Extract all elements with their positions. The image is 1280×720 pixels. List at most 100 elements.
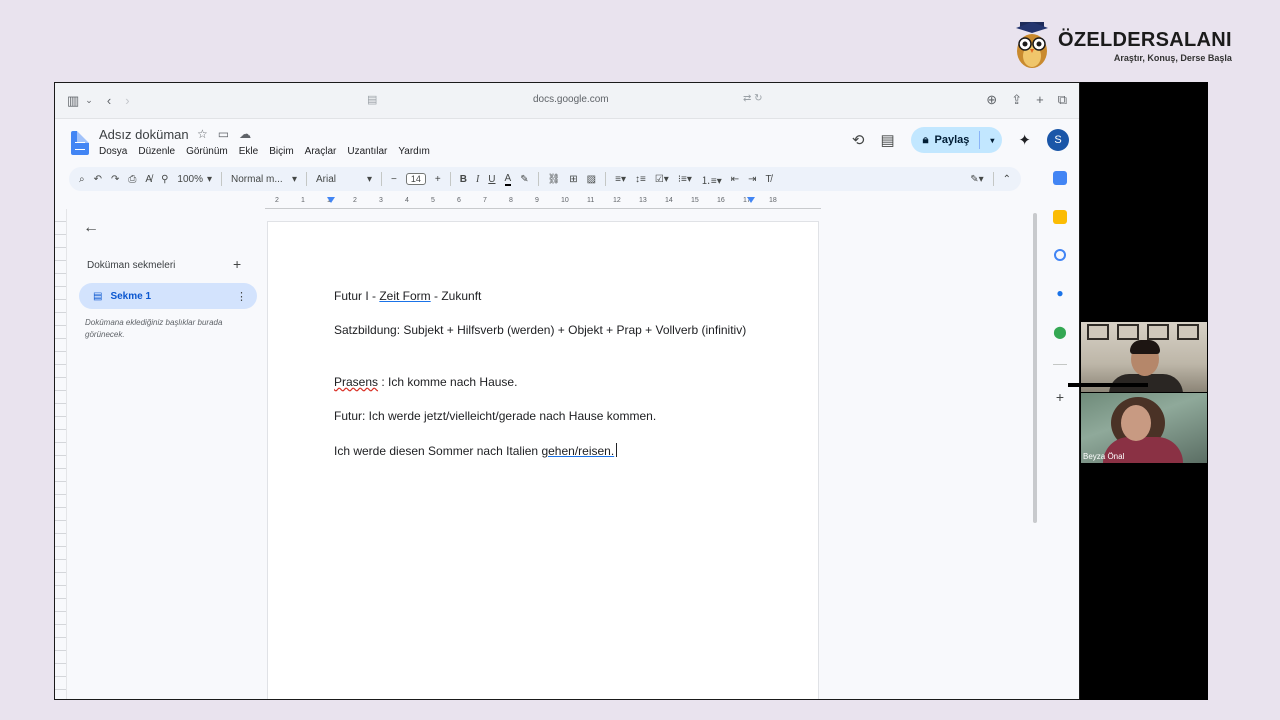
menu-view[interactable]: Görünüm <box>186 146 228 157</box>
editing-mode-icon[interactable]: ✎▾ <box>970 174 983 185</box>
decrease-font-size-icon[interactable]: − <box>391 174 397 185</box>
bulleted-list-icon[interactable]: ⁝≡▾ <box>678 174 692 185</box>
document-page[interactable]: Futur I - Zeit Form - Zukunft Satzbildun… <box>267 221 819 699</box>
checklist-icon[interactable]: ☑▾ <box>655 174 669 185</box>
menu-tools[interactable]: Araçlar <box>305 146 337 157</box>
menu-extensions[interactable]: Uzantılar <box>347 146 387 157</box>
numbered-list-icon[interactable]: ⒈≡▾ <box>701 172 722 187</box>
document-title[interactable]: Adsız doküman <box>99 127 189 142</box>
video-tile-participant-2[interactable]: Beyza Önal <box>1081 393 1207 463</box>
ruler-tick-label: 7 <box>483 197 487 204</box>
video-tile-participant-1[interactable] <box>1081 322 1207 392</box>
doc-line-3[interactable]: Prasens : Ich komme nach Hause. <box>334 374 754 391</box>
share-icon[interactable]: ⇪ <box>1011 92 1022 108</box>
translate-icon[interactable]: ⇄ ↻ <box>743 93 763 104</box>
more-vert-icon[interactable]: ⋮ <box>236 290 247 303</box>
style-select[interactable]: Normal m... ▾ <box>231 174 297 185</box>
download-icon[interactable]: ⊕ <box>986 92 997 108</box>
increase-font-size-icon[interactable]: + <box>435 174 441 185</box>
clear-formatting-icon[interactable]: T̸ <box>766 174 772 185</box>
increase-indent-icon[interactable]: ⇥ <box>748 174 756 185</box>
tabs-heading: Doküman sekmeleri <box>87 260 176 271</box>
add-comment-icon[interactable]: ⊞ <box>569 174 577 185</box>
maps-icon[interactable]: ⬤ <box>1053 325 1067 339</box>
lock-icon: 🔒︎ <box>922 133 929 146</box>
chevron-down-icon[interactable]: ⌄ <box>85 95 93 106</box>
forward-icon[interactable]: › <box>125 93 129 108</box>
arrow-left-icon[interactable]: ← <box>83 219 99 237</box>
doc-line-1[interactable]: Futur I - Zeit Form - Zukunft <box>334 288 754 305</box>
new-tab-icon[interactable]: + <box>1036 92 1044 108</box>
avatar[interactable]: S <box>1047 129 1069 151</box>
url-bar[interactable]: docs.google.com <box>533 94 609 105</box>
menu-edit[interactable]: Düzenle <box>138 146 175 157</box>
font-value: Arial <box>316 173 337 185</box>
document-tab-icon: ▤ <box>93 290 103 302</box>
italic-icon[interactable]: I <box>476 174 479 185</box>
share-button[interactable]: 🔒︎ Paylaş ▾ <box>910 127 1003 153</box>
tab-item-sekme-1[interactable]: ▤ Sekme 1 ⋮ <box>79 283 257 309</box>
history-icon[interactable]: ⟲ <box>852 131 865 149</box>
font-size-input[interactable]: 14 <box>405 173 426 185</box>
spellcheck-icon[interactable]: A̸ <box>145 174 152 185</box>
ruler-tick-label: 12 <box>613 197 621 204</box>
bold-icon[interactable]: B <box>460 174 467 185</box>
decrease-indent-icon[interactable]: ⇤ <box>731 174 739 185</box>
undo-icon[interactable]: ↶ <box>94 174 102 185</box>
font-select[interactable]: Arial ▾ <box>316 174 372 185</box>
keep-icon[interactable] <box>1053 210 1067 224</box>
wall-frames <box>1087 324 1199 340</box>
highlight-icon[interactable]: ✎ <box>520 174 528 185</box>
toolbar-divider <box>449 172 451 186</box>
print-icon[interactable]: ⎙ <box>128 174 136 185</box>
add-addon-icon[interactable]: + <box>1056 389 1064 405</box>
contacts-icon[interactable]: ● <box>1053 286 1067 300</box>
sparkle-icon[interactable]: ✦ <box>1018 131 1031 149</box>
vertical-ruler <box>55 209 67 699</box>
left-indent-marker[interactable] <box>327 197 335 203</box>
doc-line-4[interactable]: Futur: Ich werde jetzt/vielleicht/gerade… <box>334 408 754 425</box>
ruler-tick-label: 1 <box>301 197 305 204</box>
doc-text: : Ich komme nach Hause. <box>378 375 518 389</box>
doc-line-2[interactable]: Satzbildung: Subjekt + Hilfsverb (werden… <box>334 322 754 339</box>
menu-help[interactable]: Yardım <box>398 146 430 157</box>
redo-icon[interactable]: ↷ <box>111 174 119 185</box>
horizontal-ruler[interactable]: 2 1 1 2 3 4 5 6 7 8 9 10 11 12 13 14 15 16 17 18 <box>265 197 821 209</box>
tabs-overview-icon[interactable]: ⧉ <box>1058 92 1067 108</box>
add-tab-icon[interactable]: + <box>233 256 241 272</box>
toolbar-divider <box>605 172 607 186</box>
owl-logo-icon <box>1016 22 1048 68</box>
right-indent-marker[interactable] <box>747 197 755 203</box>
share-label: Paylaş <box>934 134 970 146</box>
sidebar-icon[interactable]: ▥ <box>67 93 79 109</box>
ruler-tick-label: 11 <box>587 197 595 204</box>
text-color-icon[interactable]: A <box>504 173 512 186</box>
image-icon[interactable]: ▨ <box>587 174 596 185</box>
docs-logo-icon[interactable] <box>71 131 89 155</box>
share-dropdown-icon[interactable]: ▾ <box>990 136 994 145</box>
search-icon[interactable]: ⌕ <box>79 174 85 185</box>
menu-file[interactable]: Dosya <box>99 146 127 157</box>
zoom-select[interactable]: 100% ▾ <box>177 174 212 185</box>
menu-format[interactable]: Biçim <box>269 146 293 157</box>
vertical-scrollbar[interactable] <box>1033 213 1037 523</box>
participant-name: Beyza Önal <box>1083 452 1125 461</box>
line-spacing-icon[interactable]: ↕≡ <box>635 174 646 185</box>
menu-insert[interactable]: Ekle <box>239 146 258 157</box>
star-icon[interactable]: ☆ <box>197 127 208 141</box>
cloud-icon[interactable]: ☁ <box>239 127 251 141</box>
back-icon[interactable]: ‹ <box>107 93 111 108</box>
tasks-icon[interactable] <box>1054 249 1066 261</box>
align-icon[interactable]: ≡▾ <box>615 174 626 185</box>
underline-icon[interactable]: U <box>488 174 495 185</box>
chevron-up-icon[interactable]: ⌃ <box>1003 174 1011 185</box>
calendar-icon[interactable] <box>1053 171 1067 185</box>
ruler-tick-label: 2 <box>275 197 279 204</box>
paint-format-icon[interactable]: ⚲ <box>161 174 168 185</box>
link-icon[interactable]: ⛓ <box>548 174 561 185</box>
brand-header: ÖZELDERSALANI Araştır, Konuş, Derse Başl… <box>1012 18 1242 74</box>
folder-icon[interactable]: ▭ <box>218 127 229 141</box>
comment-icon[interactable]: ▤ <box>880 131 894 149</box>
ruler-tick-label: 5 <box>431 197 435 204</box>
doc-line-5[interactable]: Ich werde diesen Sommer nach Italien geh… <box>334 443 754 460</box>
